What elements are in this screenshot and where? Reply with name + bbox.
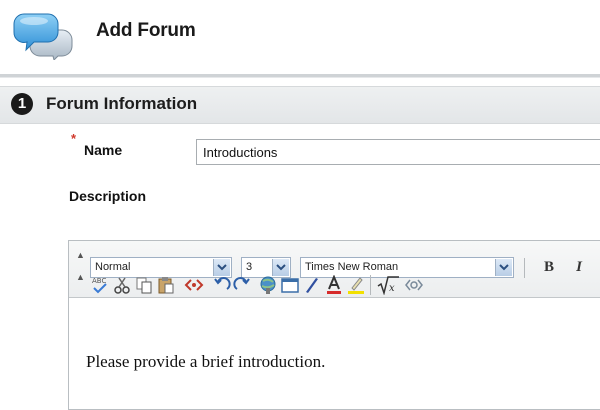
chevron-down-icon[interactable] xyxy=(213,259,230,276)
required-indicator: * xyxy=(71,131,77,146)
description-label: Description xyxy=(69,188,147,204)
name-label: Name xyxy=(84,142,123,158)
text-color-icon[interactable] xyxy=(324,275,344,295)
page-title: Add Forum xyxy=(96,20,196,41)
undo-icon[interactable] xyxy=(212,275,232,295)
toolbar-separator xyxy=(370,275,371,295)
font-family-select-value: Times New Roman xyxy=(305,261,399,273)
editor-content[interactable]: Please provide a brief introduction. xyxy=(86,352,325,372)
chevron-down-icon[interactable] xyxy=(272,259,289,276)
toolbar-collapse-icon[interactable]: ▲ xyxy=(76,250,85,260)
link-icon[interactable] xyxy=(258,275,278,295)
redo-icon[interactable] xyxy=(232,275,252,295)
chevron-down-icon[interactable] xyxy=(495,259,512,276)
cut-icon[interactable] xyxy=(112,275,132,295)
toolbar-separator xyxy=(524,258,525,278)
font-size-select-value: 3 xyxy=(246,261,253,273)
highlight-icon[interactable] xyxy=(346,275,366,295)
paste-icon[interactable] xyxy=(156,275,176,295)
speech-bubbles-icon xyxy=(13,13,73,60)
svg-text:x: x xyxy=(389,283,395,294)
toolbar-collapse-icon[interactable]: ▲ xyxy=(76,272,85,282)
math-equation-icon[interactable]: x xyxy=(376,275,400,295)
pen-icon[interactable] xyxy=(302,275,322,295)
spellcheck-icon[interactable]: ABC xyxy=(90,275,110,295)
bold-button[interactable]: B xyxy=(539,257,559,277)
svg-text:ABC: ABC xyxy=(92,277,106,285)
name-input[interactable] xyxy=(196,139,600,165)
copy-icon[interactable] xyxy=(134,275,154,295)
italic-button[interactable]: I xyxy=(569,257,589,277)
table-icon[interactable] xyxy=(280,275,300,295)
html-source-icon[interactable] xyxy=(184,275,204,295)
anchor-icon[interactable] xyxy=(404,275,424,295)
step-number-badge: 1 xyxy=(11,93,33,115)
format-select-value: Normal xyxy=(95,261,131,273)
section-title: Forum Information xyxy=(46,94,198,113)
header-divider xyxy=(0,74,600,78)
